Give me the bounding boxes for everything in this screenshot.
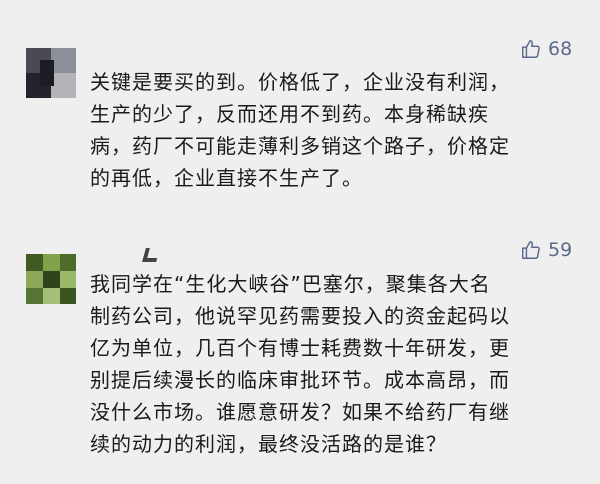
comment-line: 亿为单位，几百个有博士耗费数十年研发，更 — [90, 336, 510, 360]
comment-line: 关键是要买的到。价格低了，企业没有利润， — [90, 70, 510, 94]
avatar-pixel — [60, 288, 76, 304]
avatar[interactable] — [26, 48, 76, 98]
like-button[interactable]: 59 — [520, 239, 572, 261]
comment-item: 59 我同学在“生化大峡谷”巴塞尔，聚集各大名 制药公司，他说罕见药需要投入的资… — [0, 230, 600, 484]
avatar-pixel — [43, 254, 60, 271]
avatar-pixel — [40, 60, 54, 86]
avatar-pixel — [60, 254, 76, 271]
avatar-pixel — [43, 271, 60, 288]
comment-line: 续的动力的利润，最终没活路的是谁？ — [90, 432, 447, 456]
comment-line: 的再低，企业直接不生产了。 — [90, 166, 363, 190]
avatar-pixel — [26, 271, 43, 288]
avatar-pixel — [26, 288, 43, 304]
comment-text: 我同学在“生化大峡谷”巴塞尔，聚集各大名 制药公司，他说罕见药需要投入的资金起码… — [90, 268, 510, 460]
comment-line: 病，药厂不可能走薄利多销这个路子，价格定 — [90, 134, 510, 158]
comment-line: 我同学在“生化大峡谷”巴塞尔，聚集各大名 — [90, 272, 491, 296]
comment-line: 生产的少了，反而还用不到药。本身稀缺疾 — [90, 102, 489, 126]
thumbs-up-icon — [522, 241, 540, 259]
avatar-pixel — [43, 288, 60, 304]
comment-text: 关键是要买的到。价格低了，企业没有利润， 生产的少了，反而还用不到药。本身稀缺疾… — [90, 66, 510, 194]
comment-line: 制药公司，他说罕见药需要投入的资金起码以 — [90, 304, 510, 328]
comment-item: 68 关键是要买的到。价格低了，企业没有利润， 生产的少了，反而还用不到药。本身… — [0, 0, 600, 230]
comment-line: 别提后续漫长的临床审批环节。成本高昂，而 — [90, 368, 510, 392]
avatar-pixel — [51, 48, 76, 73]
decorative-mark — [142, 248, 160, 262]
like-count: 68 — [548, 38, 573, 60]
comment-line: 没什么市场。谁愿意研发？如果不给药厂有继 — [90, 400, 510, 424]
like-count: 59 — [548, 239, 573, 261]
thumbs-up-icon — [522, 40, 540, 58]
avatar[interactable] — [26, 254, 76, 304]
like-button[interactable]: 68 — [520, 38, 572, 60]
avatar-pixel — [26, 254, 43, 271]
avatar-pixel — [51, 73, 76, 98]
avatar-pixel — [60, 271, 76, 288]
